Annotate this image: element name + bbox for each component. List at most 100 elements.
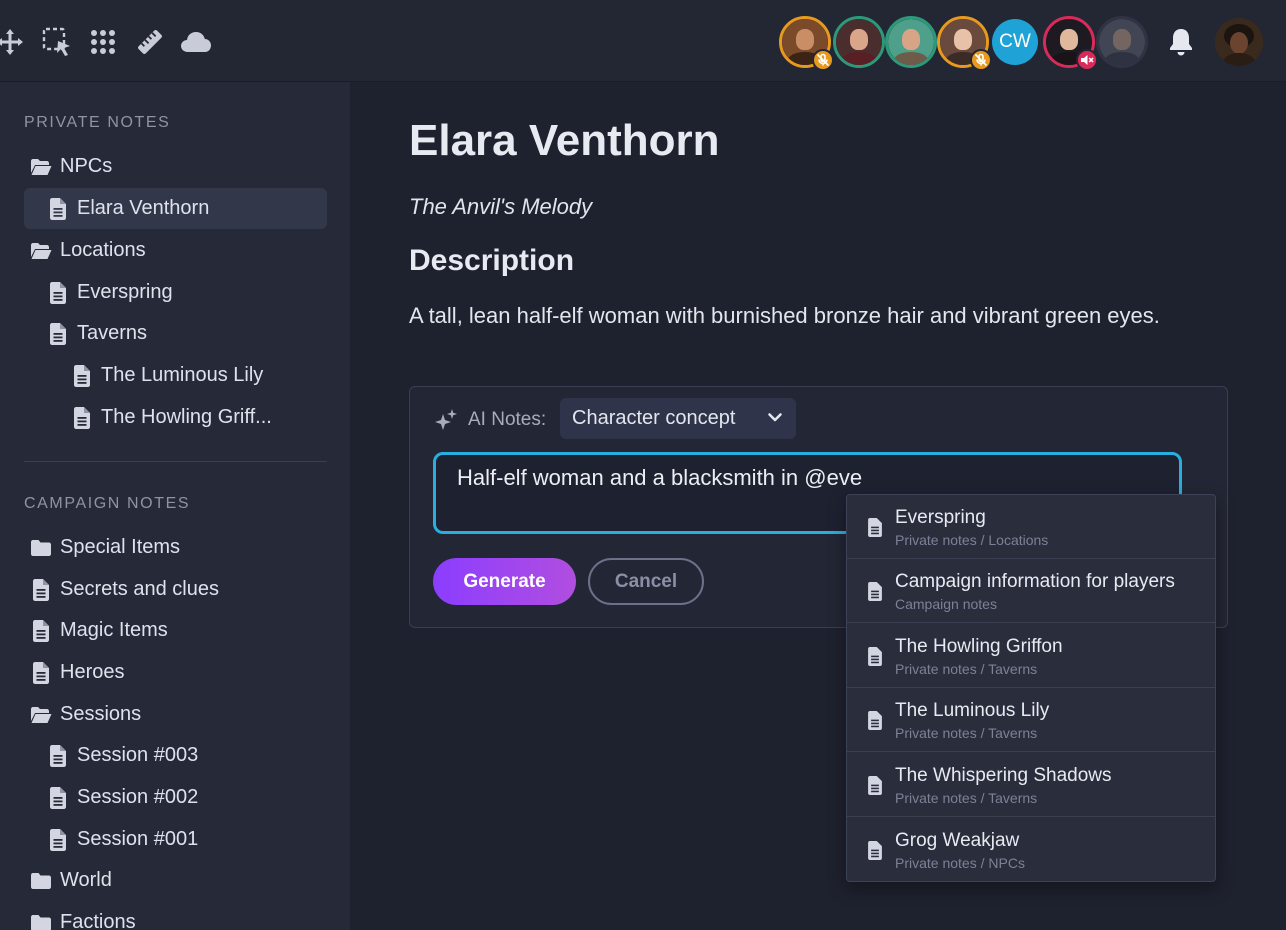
sidebar-item-label: Session #003 xyxy=(77,744,199,766)
private-notes-heading: PRIVATE NOTES xyxy=(24,114,171,131)
bell-icon[interactable] xyxy=(1163,24,1199,60)
mic-muted-icon xyxy=(812,49,834,71)
suggestion-title: The Howling Griffon xyxy=(895,636,1063,657)
move-icon[interactable] xyxy=(0,26,26,58)
suggestion-path: Private notes / Taverns xyxy=(895,661,1038,677)
sidebar-item-the-luminous-lily[interactable]: The Luminous Lily xyxy=(71,355,263,396)
sidebar-item-label: NPCs xyxy=(60,155,113,177)
sidebar-folder-sessions[interactable]: Sessions xyxy=(30,694,141,735)
folder-icon xyxy=(30,870,52,892)
sidebar-item-taverns[interactable]: Taverns xyxy=(47,313,147,354)
top-toolbar: CW xyxy=(0,0,1286,82)
section-heading: Description xyxy=(409,244,575,277)
document-icon xyxy=(867,647,883,670)
sidebar-item-elara-venthorn[interactable]: Elara Venthorn xyxy=(24,188,327,229)
ruler-icon[interactable] xyxy=(134,26,166,58)
sidebar-item-label: Sessions xyxy=(60,703,142,725)
sidebar-divider xyxy=(24,461,327,462)
suggestion-title: Campaign information for players xyxy=(895,571,1175,592)
campaign-notes-heading: CAMPAIGN NOTES xyxy=(24,495,191,512)
suggestion-title: Grog Weakjaw xyxy=(895,830,1020,851)
document-icon xyxy=(867,711,883,734)
mention-suggestion-item[interactable]: Everspring Private notes / Locations xyxy=(847,495,1215,559)
sidebar-item-session-001[interactable]: Session #001 xyxy=(47,819,198,860)
sidebar-item-label: Heroes xyxy=(60,661,125,683)
folder-open-icon xyxy=(30,156,52,178)
mention-suggestion-item[interactable]: Campaign information for players Campaig… xyxy=(847,559,1215,623)
folder-open-icon xyxy=(30,240,52,262)
document-icon xyxy=(47,786,69,809)
sidebar-item-label: Secrets and clues xyxy=(60,578,219,600)
sidebar-folder-world[interactable]: World xyxy=(30,860,112,901)
grid-icon[interactable] xyxy=(87,26,119,58)
chevron-down-icon xyxy=(766,408,784,432)
document-icon xyxy=(71,406,93,429)
document-icon xyxy=(867,518,883,541)
ai-notes-label: AI Notes: xyxy=(434,407,546,433)
document-icon xyxy=(47,828,69,851)
document-icon xyxy=(867,776,883,799)
sidebar-item-label: Everspring xyxy=(77,281,173,303)
sidebar-item-label: Session #002 xyxy=(77,786,199,808)
user-avatar[interactable] xyxy=(1215,18,1263,66)
mention-suggestion-item[interactable]: The Luminous Lily Private notes / Tavern… xyxy=(847,688,1215,752)
cancel-button[interactable]: Cancel xyxy=(588,558,704,605)
sidebar-folder-factions[interactable]: Factions xyxy=(30,902,136,930)
folder-open-icon xyxy=(30,704,52,726)
document-icon xyxy=(47,322,69,345)
mention-suggestion-item[interactable]: The Howling Griffon Private notes / Tave… xyxy=(847,624,1215,688)
document-icon xyxy=(30,619,52,642)
sidebar-item-everspring[interactable]: Everspring xyxy=(47,272,173,313)
participant-initials-avatar[interactable]: CW xyxy=(992,19,1038,65)
mention-suggestions-dropdown: Everspring Private notes / Locations Cam… xyxy=(846,494,1216,882)
sidebar-item-label: Special Items xyxy=(60,536,181,558)
participant-avatar[interactable] xyxy=(833,16,885,68)
suggestion-title: The Whispering Shadows xyxy=(895,765,1112,786)
sidebar-item-session-002[interactable]: Session #002 xyxy=(47,777,198,818)
suggestion-path: Private notes / Taverns xyxy=(895,725,1038,741)
document-icon xyxy=(30,661,52,684)
sidebar-item-heroes[interactable]: Heroes xyxy=(30,652,124,693)
sidebar-folder-npcs[interactable]: NPCs xyxy=(30,146,112,187)
suggestion-title: Everspring xyxy=(895,507,986,528)
document-icon xyxy=(47,744,69,767)
sidebar-item-magic-items[interactable]: Magic Items xyxy=(30,610,168,651)
participant-avatar[interactable] xyxy=(885,16,937,68)
sidebar-item-label: The Luminous Lily xyxy=(101,364,264,386)
suggestion-path: Campaign notes xyxy=(895,596,997,612)
description-text: A tall, lean half-elf woman with burnish… xyxy=(409,303,1160,328)
document-icon xyxy=(867,841,883,864)
sidebar-item-secrets-and-clues[interactable]: Secrets and clues xyxy=(30,569,219,610)
sidebar-item-label: Elara Venthorn xyxy=(77,197,210,219)
note-subtitle: The Anvil's Melody xyxy=(409,194,593,219)
sidebar-folder-special-items[interactable]: Special Items xyxy=(30,527,180,568)
suggestion-path: Private notes / Locations xyxy=(895,532,1049,548)
ai-notes-label-text: AI Notes: xyxy=(468,409,547,430)
folder-icon xyxy=(30,912,52,930)
document-icon xyxy=(867,582,883,605)
generate-button[interactable]: Generate xyxy=(433,558,576,605)
mention-suggestion-item[interactable]: The Whispering Shadows Private notes / T… xyxy=(847,753,1215,817)
select-icon[interactable] xyxy=(41,26,73,58)
sidebar-folder-locations[interactable]: Locations xyxy=(30,230,146,271)
sidebar-item-label: Factions xyxy=(60,911,136,930)
document-icon xyxy=(47,281,69,304)
folder-icon xyxy=(30,537,52,559)
sidebar-item-label: Taverns xyxy=(77,322,148,344)
participant-avatar[interactable] xyxy=(1096,16,1148,68)
cloud-icon[interactable] xyxy=(180,26,212,58)
mic-muted-icon xyxy=(970,49,992,71)
ai-notes-type-select[interactable]: Character concept xyxy=(560,398,796,439)
mention-suggestion-item[interactable]: Grog Weakjaw Private notes / NPCs xyxy=(847,818,1215,881)
suggestion-title: The Luminous Lily xyxy=(895,700,1050,721)
document-icon xyxy=(47,197,69,220)
sidebar-item-label: The Howling Griff... xyxy=(101,406,272,428)
ai-notes-type-value: Character concept xyxy=(572,407,736,429)
sidebar-item-the-howling-griffon[interactable]: The Howling Griff... xyxy=(71,397,272,438)
document-icon xyxy=(30,578,52,601)
sidebar-item-session-003[interactable]: Session #003 xyxy=(47,735,198,776)
document-icon xyxy=(71,364,93,387)
sidebar-item-label: World xyxy=(60,869,112,891)
suggestion-path: Private notes / NPCs xyxy=(895,855,1025,871)
note-title: Elara Venthorn xyxy=(409,116,720,165)
